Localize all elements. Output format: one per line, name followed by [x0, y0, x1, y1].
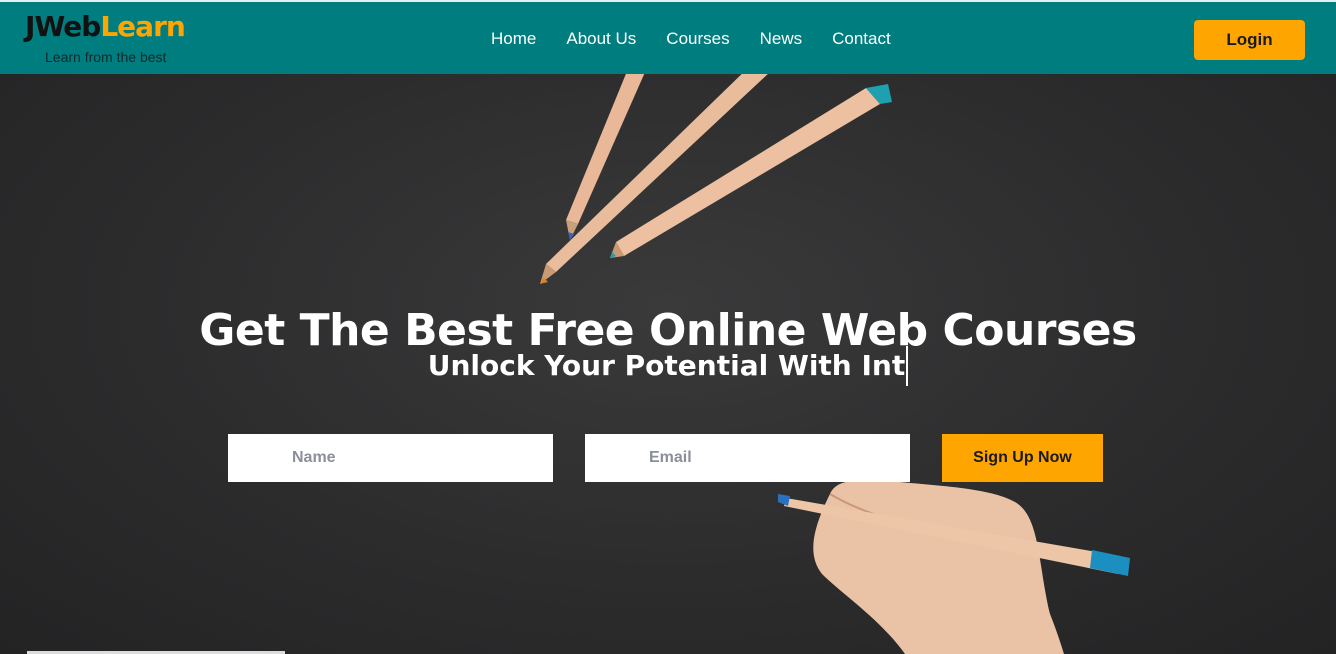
hero-subtitle-typing: Unlock Your Potential With Int	[428, 346, 909, 386]
hero-section: Get The Best Free Online Web Courses Unl…	[0, 74, 1336, 654]
main-nav: Home About Us Courses News Contact	[491, 28, 891, 50]
hand-illustration	[778, 479, 1130, 654]
site-logo[interactable]: JWebLearn	[25, 10, 186, 43]
nav-link-news[interactable]: News	[760, 28, 803, 50]
login-button[interactable]: Login	[1194, 20, 1305, 60]
name-input[interactable]	[228, 434, 553, 482]
logo-tagline: Learn from the best	[45, 49, 167, 65]
logo-text-primary: JWeb	[25, 10, 101, 43]
hero-subtitle-wrap: Unlock Your Potential With Int	[0, 346, 1336, 386]
email-input[interactable]	[585, 434, 910, 482]
nav-link-contact[interactable]: Contact	[832, 28, 891, 50]
nav-link-about-us[interactable]: About Us	[566, 28, 636, 50]
logo-text-accent: Learn	[100, 10, 185, 43]
top-navbar: JWebLearn Learn from the best Home About…	[0, 0, 1336, 74]
sign-up-button[interactable]: Sign Up Now	[942, 434, 1103, 482]
nav-link-home[interactable]: Home	[491, 28, 536, 50]
nav-link-courses[interactable]: Courses	[666, 28, 729, 50]
